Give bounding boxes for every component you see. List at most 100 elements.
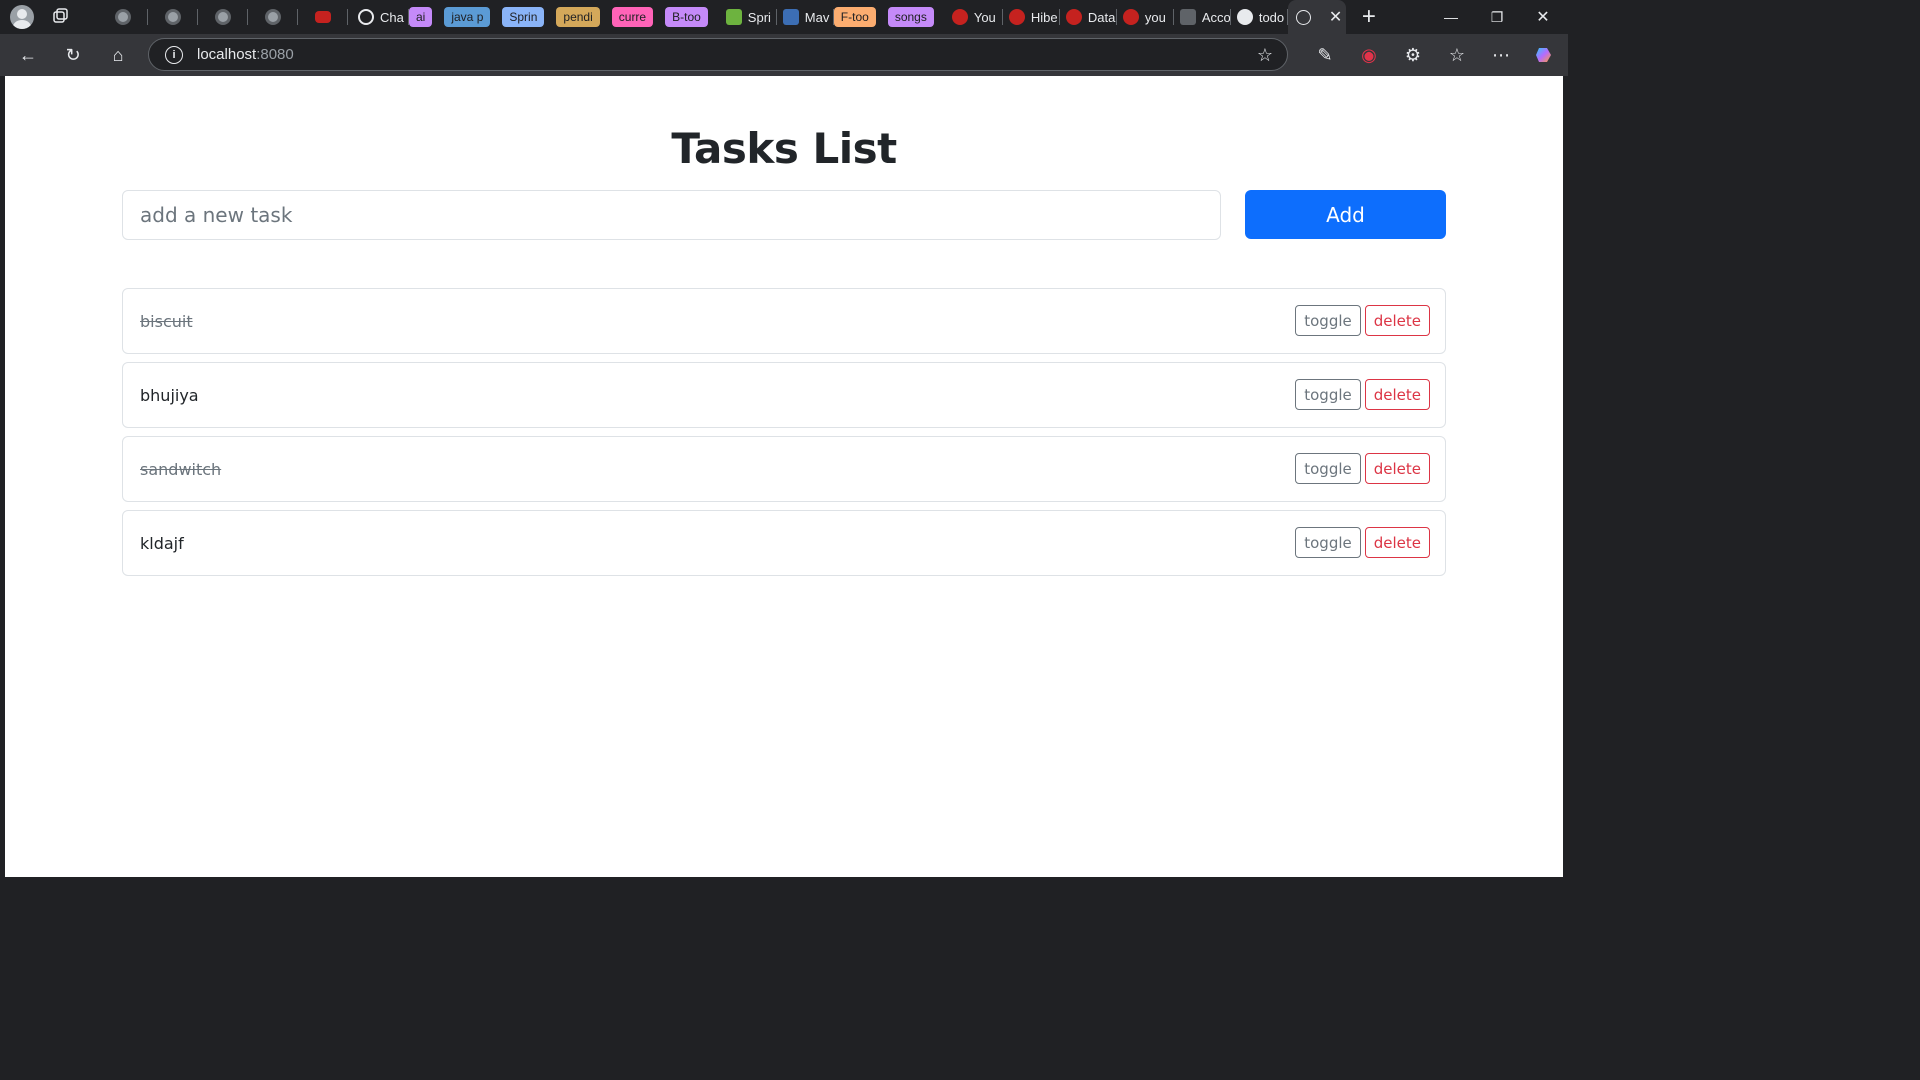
youtube-icon — [951, 9, 968, 25]
tab-separator — [408, 9, 409, 25]
youtube-icon — [1008, 9, 1025, 25]
openai-icon — [215, 9, 231, 25]
youtube-icon — [1122, 9, 1139, 25]
browser-toolbar: ← ↻ ⌂ i localhost:8080 ☆ ✎ ◉ ⚙ ☆ ⋯ — [0, 34, 1568, 76]
github-icon — [1236, 9, 1253, 25]
maven-icon — [782, 9, 799, 25]
youtube-icon — [315, 11, 331, 23]
url-host: localhost — [197, 46, 257, 63]
browser-tab[interactable]: Cha — [352, 4, 409, 30]
media-extension-icon[interactable]: ◉ — [1352, 38, 1386, 72]
browser-tab[interactable]: You — [946, 4, 1003, 30]
toggle-button[interactable]: toggle — [1295, 453, 1361, 484]
task-item: sandwitch toggle delete — [122, 436, 1446, 502]
task-name: kldajf — [140, 533, 184, 553]
tab-list: Cha ai java p Sprin pendi curre B-too Spri Mav F-… — [352, 4, 1288, 30]
tab-group-chip[interactable]: curre — [611, 7, 654, 27]
more-menu-icon[interactable]: ⋯ — [1484, 38, 1518, 72]
toggle-button[interactable]: toggle — [1295, 305, 1361, 336]
browser-tab-label: you — [1144, 9, 1166, 25]
active-tab[interactable]: ✕ — [1287, 0, 1346, 34]
mt-icon — [1179, 9, 1196, 25]
browser-tab-label: Hibe — [1030, 9, 1058, 25]
toggle-button[interactable]: toggle — [1295, 527, 1361, 558]
task-name: bhujiya — [140, 385, 199, 405]
address-bar[interactable]: i localhost:8080 ☆ — [148, 38, 1288, 71]
extensions-icon[interactable]: ⚙ — [1396, 38, 1430, 72]
browser-tab-label: Acco — [1201, 9, 1231, 25]
tab-group-chip[interactable]: pendi — [556, 7, 600, 27]
restore-icon[interactable]: ❐ — [1474, 0, 1520, 34]
tab-separator — [832, 9, 834, 25]
copilot-icon[interactable] — [1528, 38, 1562, 72]
new-tab-button[interactable]: + — [1362, 5, 1376, 29]
task-item: bhujiya toggle delete — [122, 362, 1446, 428]
pinned-tab[interactable] — [98, 4, 148, 30]
task-actions: toggle delete — [1295, 379, 1430, 410]
minimize-icon[interactable]: — — [1428, 0, 1474, 34]
pinned-tab[interactable] — [198, 4, 248, 30]
back-icon[interactable]: ← — [11, 38, 45, 72]
globe-icon — [1295, 9, 1311, 25]
task-actions: toggle delete — [1295, 305, 1430, 336]
browser-tab-label: You — [973, 9, 996, 25]
page-title: Tasks List — [671, 124, 897, 173]
delete-button[interactable]: delete — [1364, 527, 1430, 558]
favorites-icon[interactable]: ☆ — [1440, 38, 1474, 72]
tab-separator — [347, 9, 348, 25]
openai-icon — [115, 9, 131, 25]
openai-icon — [165, 9, 181, 25]
home-icon[interactable]: ⌂ — [101, 38, 135, 72]
browser-tab-label: todo — [1258, 9, 1285, 25]
eyedropper-icon[interactable]: ✎ — [1308, 38, 1342, 72]
close-window-icon[interactable]: ✕ — [1520, 0, 1566, 34]
new-task-input[interactable] — [122, 190, 1221, 240]
delete-button[interactable]: delete — [1364, 305, 1430, 336]
pinned-tab[interactable] — [248, 4, 298, 30]
openai-icon — [358, 9, 374, 25]
task-name: biscuit — [140, 311, 193, 331]
tab-group-chip[interactable]: songs — [887, 7, 934, 27]
task-list: biscuit toggle delete bhujiya toggle delete sa… — [122, 288, 1446, 584]
tab-group-chip[interactable]: Sprin — [502, 7, 545, 27]
task-actions: toggle delete — [1295, 527, 1430, 558]
browser-tab-label: Cha — [380, 9, 404, 25]
tab-group-chip[interactable]: java p — [444, 7, 491, 27]
tab-actions-icon[interactable] — [52, 7, 72, 27]
browser-tab-label: Mav — [804, 9, 830, 25]
task-name: sandwitch — [140, 459, 222, 479]
browser-tab[interactable]: Data — [1060, 4, 1117, 30]
task-item: kldajf toggle delete — [122, 510, 1446, 576]
delete-button[interactable]: delete — [1364, 379, 1430, 410]
tab-group-chip[interactable]: ai — [409, 7, 433, 27]
browser-tab[interactable]: you — [1117, 4, 1174, 30]
profile-avatar-icon[interactable] — [10, 5, 34, 29]
browser-tab-label: Spri — [747, 9, 771, 25]
openai-icon — [265, 9, 281, 25]
site-info-icon[interactable]: i — [165, 45, 183, 64]
browser-tab[interactable]: Spri — [720, 4, 777, 30]
active-tab-close-icon[interactable]: ✕ — [1329, 7, 1342, 27]
task-item: biscuit toggle delete — [122, 288, 1446, 354]
youtube-icon — [1065, 9, 1082, 25]
tab-group-chip[interactable]: F-too — [833, 7, 876, 27]
tab-strip: Cha ai java p Sprin pendi curre B-too Spri Mav F-… — [0, 0, 1568, 34]
browser-tab[interactable]: Mav — [777, 4, 834, 30]
pinned-tab[interactable] — [298, 4, 348, 30]
url-port: :8080 — [256, 46, 294, 63]
delete-button[interactable]: delete — [1364, 453, 1430, 484]
browser-tab[interactable]: Acco — [1174, 4, 1231, 30]
favorite-star-icon[interactable]: ☆ — [1257, 45, 1273, 66]
toggle-button[interactable]: toggle — [1295, 379, 1361, 410]
spring-icon — [725, 9, 742, 25]
pinned-tabs — [98, 4, 348, 30]
browser-tab-label: Data — [1087, 9, 1116, 25]
browser-tab[interactable]: Hibe — [1003, 4, 1060, 30]
tab-group-chip[interactable]: B-too — [665, 7, 708, 27]
toolbar-extensions: ✎ ◉ ⚙ ☆ ⋯ — [1308, 38, 1562, 72]
browser-tab[interactable]: todo — [1231, 4, 1288, 30]
task-actions: toggle delete — [1295, 453, 1430, 484]
pinned-tab[interactable] — [148, 4, 198, 30]
add-task-button[interactable]: Add — [1245, 190, 1446, 239]
reload-icon[interactable]: ↻ — [56, 38, 90, 72]
